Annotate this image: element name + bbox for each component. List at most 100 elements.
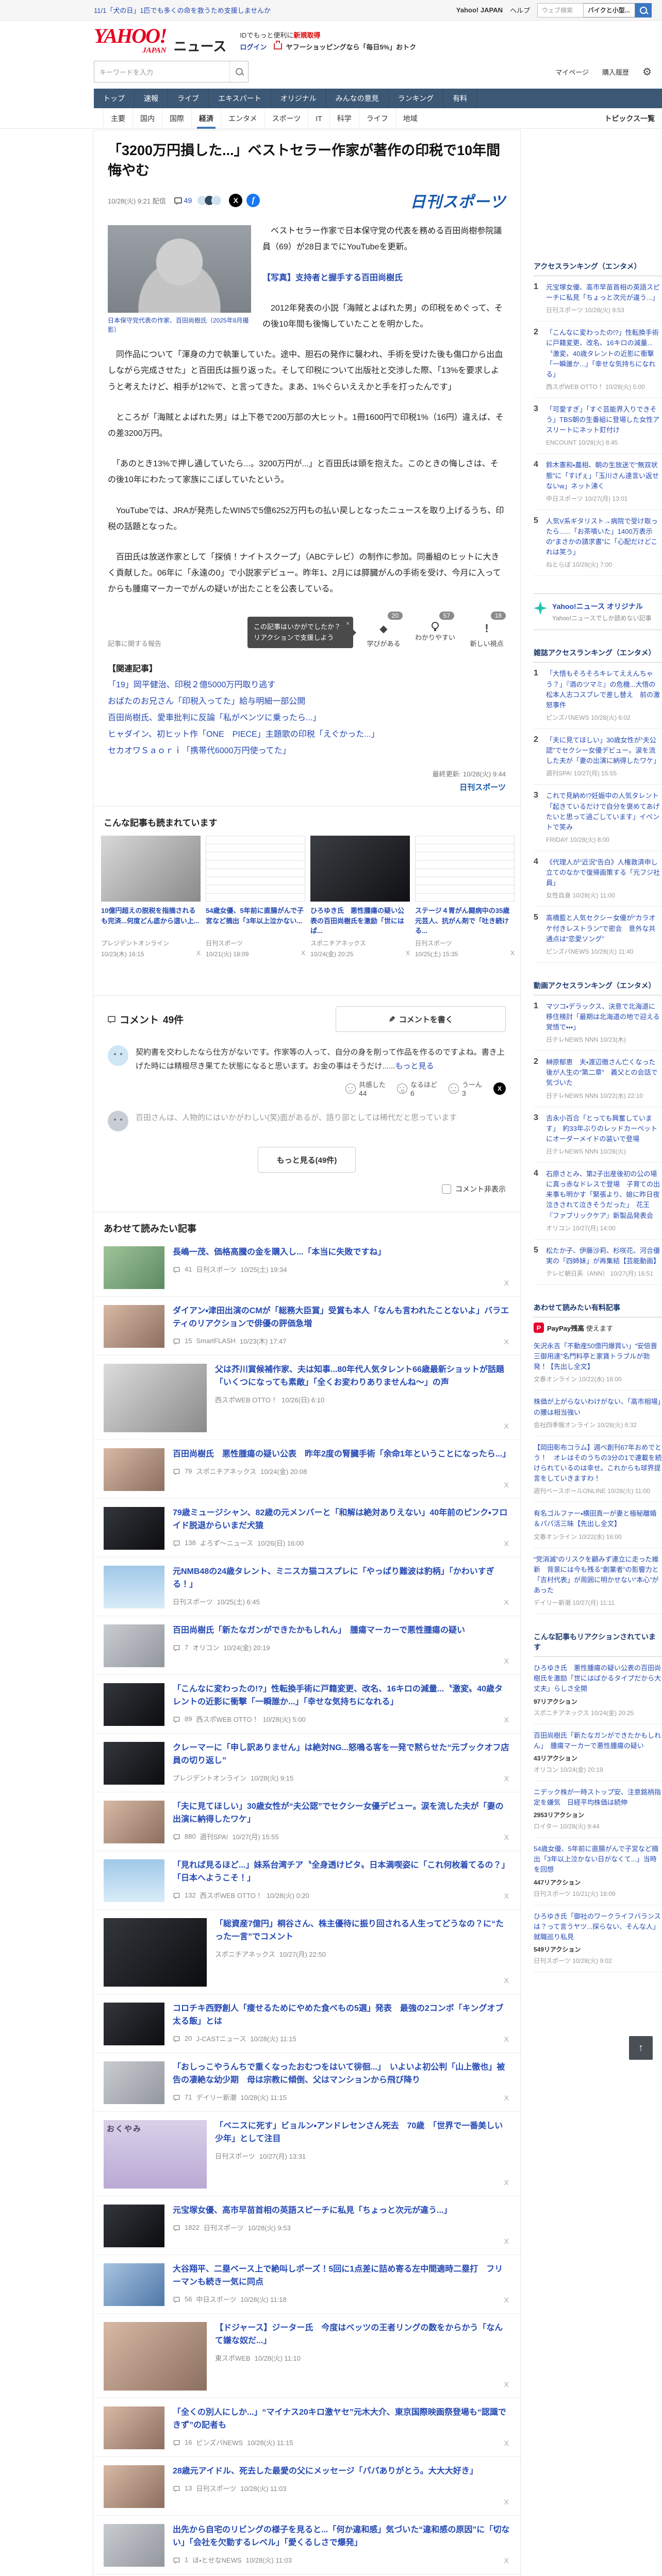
reacted-article-item[interactable]: ひろゆき氏 悪性腫瘍の疑い公表の百田尚樹氏を激励「世にはばかるタイプだから大丈夫… (534, 1657, 662, 1724)
article-title-link[interactable]: 出先から自宅のリビングの様子を見ると...「何か違和感」気づいた“違和感の原因”… (173, 2524, 510, 2550)
ranking-item[interactable]: 3 これで見納め!?妊娠中の人気タレント「起きているだけで自分を褒めてあげたいと… (534, 785, 662, 851)
ranking-item[interactable]: 1 元宝塚女優、高市早苗首相の英語スピーチに私見「ちょっと次元が違う...」 日… (534, 276, 662, 322)
paid-article-item[interactable]: 【岡田彰布コラム】週べ創刊67年おめでとう！ オレはそのうちの3分の1で連載を続… (534, 1436, 662, 1503)
article-title-link[interactable]: 鈴木憲和・農相、朝の生放送で“無双状態”に「すげぇ」「玉川さん達言い返せないw」… (546, 460, 662, 491)
comment-count[interactable]: 56 (185, 2295, 192, 2303)
web-search-button[interactable] (635, 3, 652, 18)
feed-article-item[interactable]: ▶ 79歳ミュージシャン、82歳の元メンバーと「和解は絶対ありえない」40年前の… (93, 1498, 520, 1557)
promo-link[interactable]: 11/1「犬の日」1匹でも多くの命を救うため支援しませんか (94, 5, 271, 15)
read-also-card[interactable]: 54歳女優、5年前に直腸がんで子宮など摘出「3年以上泣かない... 日刊スポーツ… (206, 836, 305, 958)
mypage-link[interactable]: マイページ (555, 67, 589, 77)
hide-article-button[interactable]: X (504, 2035, 509, 2043)
comment-count[interactable]: 1822 (185, 2224, 200, 2231)
reacted-article-item[interactable]: ひろゆき氏「御社のワークライフバランスは？って言うヤツ...採らない、そんな人」… (534, 1905, 662, 1972)
reacted-article-item[interactable]: ニデック株が一時ストップ安、注意銘柄指定を嫌気 日経平均株価は続伸 2953リア… (534, 1781, 662, 1838)
ranking-item[interactable]: 2 「夫に見てほしい」30歳女性が“夫公認”でセクシー女優デビュー。涙を流した夫… (534, 729, 662, 785)
article-title-link[interactable]: 長嶋一茂、価格高騰の金を購入し...「本当に失敗ですね」 (173, 1246, 510, 1259)
yahoo-japan-link[interactable]: Yahoo! JAPAN (456, 6, 503, 14)
ranking-item[interactable]: 5 松たか子、伊藤沙莉、杉咲花、河合優実の「四姉妹」が再集結【芸能動画】 テレビ… (534, 1240, 662, 1285)
feed-article-item[interactable]: ▶ 「総資産7億円」桐谷さん、株主優待に振り回される人生ってどうなの？に“たった… (93, 1909, 520, 1994)
close-icon[interactable]: × (346, 619, 350, 629)
hide-article-button[interactable]: X (504, 2380, 509, 2388)
comment-count[interactable]: 71 (185, 2093, 192, 2101)
keyword-search-input[interactable]: キーワードを入力 (94, 61, 249, 82)
ranking-item[interactable]: 4 《代理人が“近況”告白》人権救済申し立てのなかで復帰画策する「元フジ社員」 … (534, 851, 662, 907)
article-title-link[interactable]: 10億円超えの脱税を指摘されるも完済...何度どん底から這い上... (101, 906, 201, 936)
hide-article-button[interactable]: X (504, 2237, 509, 2245)
category-tab[interactable]: 国際 (162, 108, 191, 128)
article-title-link[interactable]: ステージ４胃がん闘病中の35歳元芸人、抗がん剤で「吐き続ける... (415, 906, 515, 936)
hide-article-button[interactable]: X (504, 1657, 509, 1665)
category-tab[interactable]: 国内 (133, 108, 162, 128)
category-tab[interactable]: ライフ (358, 108, 395, 128)
article-title-link[interactable]: “党消滅”のリスクを顧みず連立に走った維新 背景には今も残る“創業者”の影響力と… (534, 1554, 662, 1596)
ranking-item[interactable]: 3 「可愛すぎ」「すぐ芸能界入りできそう」TBS朝の生番組に登場した女性アスリー… (534, 398, 662, 454)
article-title-link[interactable]: 54歳女優、5年前に直腸がんで子宮など摘出「3年以上泣かない日がなくて...」当… (534, 1844, 662, 1875)
hide-article-button[interactable]: X (504, 1481, 509, 1489)
help-link[interactable]: ヘルプ (510, 5, 530, 15)
comment-count[interactable]: 16 (185, 2438, 192, 2446)
comment-reaction-button[interactable]: うーん 3 (448, 1079, 482, 1097)
more-comments-button[interactable]: もっと見る(49件) (258, 1147, 356, 1173)
article-title-link[interactable]: 有名ゴルファー・横田真一が妻と極秘離婚＆パパ活三昧【先出し全文】 (534, 1509, 662, 1529)
hide-article-button[interactable]: X (504, 1716, 509, 1724)
article-title-link[interactable]: 「おしっこやうんちで重くなったおむつをはいて徘徊...」 いよいよ初公判「山上徹… (173, 2061, 510, 2087)
facebook-share-icon[interactable]: f (246, 194, 260, 208)
scroll-to-top-button[interactable]: ↑ (629, 2036, 653, 2060)
article-photo[interactable] (108, 225, 251, 313)
feed-article-item[interactable]: ▶ 「全くの別人にしか...」“マイナス20キロ激ヤセ”元木大介、東京国際映画祭… (93, 2398, 520, 2456)
feed-article-item[interactable]: ▶ 釣り中に電子タバコのバッテリー爆発、47歳男性の遺体発見 ／タイ 朝鮮日報日… (93, 2574, 520, 2576)
hide-article-button[interactable]: X (510, 950, 515, 958)
feed-article-item[interactable]: ▶ 「見れば見るほど...」妹系台湾チア〝全身透けピタ〟日本満喫姿に「これ何枚着… (93, 1851, 520, 1909)
related-article-link[interactable]: おばたのお兄さん「印税入ってた」給与明細一部公開 (108, 693, 506, 710)
feed-article-item[interactable]: ▶ 「夫に見てほしい」30歳女性が“夫公認”でセクシー女優デビュー。涙を流した夫… (93, 1792, 520, 1851)
nav-tab[interactable]: トップ (94, 89, 135, 108)
hide-article-button[interactable]: X (504, 1774, 509, 1783)
hide-article-button[interactable]: X (504, 1833, 509, 1841)
comment-count[interactable]: 1 (185, 2556, 188, 2564)
report-article-link[interactable]: 記事に関する報告 (108, 638, 161, 648)
article-title-link[interactable]: 「可愛すぎ」「すぐ芸能界入りできそう」TBS朝の生番組に登場した女性アスリートに… (546, 404, 662, 435)
hide-article-button[interactable]: X (504, 2556, 509, 2565)
nav-tab[interactable]: 有料 (443, 89, 477, 108)
reacted-article-item[interactable]: 54歳女優、5年前に直腸がんで子宮など摘出「3年以上泣かない日がなくて...」当… (534, 1838, 662, 1905)
article-title-link[interactable]: 矢沢永吉「不動産50億円爆買い」“安倍晋三御用達”名門料亭と家賃トラブルが勃発！… (534, 1341, 662, 1372)
feed-article-item[interactable]: ▶ 【ドジャース】ジーター氏 今度はベッツの王者リングの数をからかう「なんて嫌な… (93, 2313, 520, 2398)
article-title-link[interactable]: 大谷翔平、二塁ベース上で絶叫しポーズ！5回に1点差に詰め寄る左中間適時二塁打 フ… (173, 2263, 510, 2289)
hide-article-button[interactable]: X (504, 1539, 509, 1548)
topics-list-link[interactable]: トピックス一覧 (604, 113, 655, 124)
x-share-icon[interactable]: X (229, 194, 243, 208)
hide-article-button[interactable]: X (504, 1422, 509, 1430)
comment-count[interactable]: 132 (185, 1891, 196, 1899)
ranking-item[interactable]: 4 石原さとみ、第2子出産後初の公の場に真っ赤なドレスで登場 子育ての出来事も明… (534, 1163, 662, 1240)
commenter-avatar[interactable] (108, 1045, 128, 1066)
yahoo-original-banner[interactable]: Yahoo!ニュース オリジナル Yahoo!ニュースでしか読めない記事 (534, 594, 662, 631)
article-title-link[interactable]: 79歳ミュージシャン、82歳の元メンバーと「和解は絶対ありえない」40年前のピン… (173, 1507, 510, 1533)
article-title-link[interactable]: 吉永小百合「とっても興奮しています」 約33年ぶりのレッドカーペットにオーダーメ… (546, 1113, 662, 1144)
category-tab[interactable]: 科学 (329, 108, 359, 128)
ranking-item[interactable]: 2 「こんなに変わったの!?」性転換手術に戸籍変更、改名、16キロの減量...〝… (534, 321, 662, 398)
article-title-link[interactable]: 「夫に見てほしい」30歳女性が“夫公認”でセクシー女優デビュー。涙を流した夫が「… (173, 1801, 510, 1826)
comment-count[interactable]: 13 (185, 2484, 192, 2492)
nav-tab[interactable]: エキスパート (209, 89, 271, 108)
article-title-link[interactable]: 元NMB48の24歳タレント、ミニスカ猫コスプレに「やっぱり難波は豹柄」「かわい… (173, 1566, 510, 1591)
feed-article-item[interactable]: ▶ 元NMB48の24歳タレント、ミニスカ猫コスプレに「やっぱり難波は豹柄」「か… (93, 1557, 520, 1616)
article-title-link[interactable]: 株価が上がらないわけがない、「高市相場」の腰は相当強い (534, 1397, 662, 1417)
feed-article-item[interactable]: ▶ 出先から自宅のリビングの様子を見ると...「何か違和感」気づいた“違和感の原… (93, 2515, 520, 2574)
category-tab[interactable]: 地域 (395, 108, 425, 128)
yahoo-news-logo[interactable]: YAHOO! JAPAN ニュース (94, 25, 226, 55)
article-title-link[interactable]: 元宝塚女優、高市早苗首相の英語スピーチに私見「ちょっと次元が違う...」 (173, 2205, 510, 2217)
hide-article-button[interactable]: X (504, 2296, 509, 2304)
article-title-link[interactable]: 人気V系ギタリスト→病院で受け取ったら......「お茶噴いた」1400万表示の… (546, 516, 662, 558)
hide-article-button[interactable]: X (504, 2178, 509, 2187)
keyword-search-button[interactable] (229, 61, 248, 82)
reaction-button[interactable]: 18 新しい視点 (468, 612, 506, 648)
article-title-link[interactable]: 「見れば見るほど...」妹系台湾チア〝全身透けピタ〟日本満喫姿に「これ何枚着てる… (173, 1859, 510, 1885)
article-title-link[interactable]: 【ドジャース】ジーター氏 今度はベッツの王者リングの数をからかう「なんて嫌な奴だ… (215, 2322, 510, 2348)
article-title-link[interactable]: コロチキ西野創人「痩せるためにやめた食べもの5選」発表 最強の2コンボ「キングオ… (173, 2003, 510, 2028)
article-title-link[interactable]: 元宝塚女優、高市早苗首相の英語スピーチに私見「ちょっと次元が違う...」 (546, 282, 662, 303)
article-title-link[interactable]: 榊原郁恵 夫・渡辺徹さん亡くなった後が人生の“第二章” 義父との会話で気づいた (546, 1057, 662, 1088)
read-also-card[interactable]: ステージ４胃がん闘病中の35歳元芸人、抗がん剤で「吐き続ける... 日刊スポーツ… (415, 836, 515, 958)
article-title-link[interactable]: 「ベニスに死す」ビョルン・アンドレセンさん死去 70歳 「世界で一番美しい少年」… (215, 2120, 510, 2146)
related-article-link[interactable]: 百田尚樹氏、愛車批判に反論「私がベンツに乗ったら...」 (108, 710, 506, 726)
